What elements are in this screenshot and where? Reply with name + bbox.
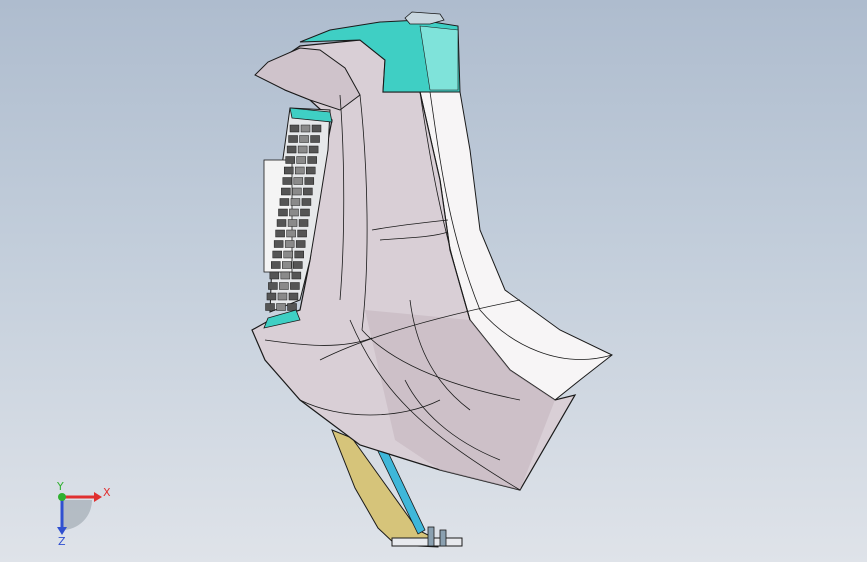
grille-slat — [290, 198, 301, 206]
grille-slat — [278, 208, 288, 217]
grille-slat — [281, 187, 291, 196]
cad-model-view[interactable]: X Y Z — [0, 0, 867, 562]
grille-slat — [272, 250, 282, 259]
x-axis-label: X — [103, 486, 111, 499]
z-axis-arrowhead — [57, 527, 67, 535]
grille-slat — [293, 261, 303, 269]
axis-triad: X Y Z — [56, 480, 111, 548]
grille-slat — [301, 198, 312, 206]
bracket-foot — [391, 537, 463, 547]
grille-slat — [292, 187, 302, 196]
grille-slat — [266, 292, 277, 301]
grille-slat — [288, 135, 298, 143]
grille-slat — [305, 166, 316, 175]
grille-slat — [297, 229, 307, 238]
grille-slat — [300, 124, 311, 133]
grille-slat — [268, 282, 278, 290]
grille-slat — [291, 271, 302, 280]
y-axis-label: Y — [56, 480, 64, 493]
grille-slat — [279, 198, 290, 206]
grille-slat — [283, 250, 293, 259]
grille-slat — [294, 166, 305, 175]
triad-base-disc — [62, 500, 92, 530]
3d-viewport[interactable]: X Y Z — [0, 0, 867, 562]
grille-slat — [296, 156, 306, 164]
grille-slat — [304, 177, 315, 185]
grille-slat — [298, 219, 309, 227]
grille-slat — [285, 156, 295, 164]
grille-slat — [275, 229, 285, 238]
grille-slat — [299, 135, 309, 143]
grille-slat — [284, 240, 295, 248]
grille-slat — [286, 229, 296, 238]
grille-slat — [279, 282, 289, 290]
bracket-bolt — [427, 526, 435, 547]
grille-slat — [287, 303, 297, 311]
grille-slat — [308, 145, 319, 154]
grille-slat — [293, 177, 304, 185]
grille-slat — [295, 240, 306, 248]
grille-slat — [283, 166, 294, 175]
grille-slat — [271, 261, 281, 269]
grille-slat — [288, 292, 299, 301]
grille-slat — [282, 177, 293, 185]
x-axis-arrowhead — [94, 492, 102, 502]
z-axis-label: Z — [58, 535, 66, 548]
grille-slat — [286, 145, 297, 154]
grille-slat — [269, 271, 280, 280]
grille-slat — [290, 282, 300, 290]
grille-slat — [287, 219, 298, 227]
bracket-bolt — [439, 529, 447, 547]
grille-slat — [294, 250, 304, 259]
grille-slat — [282, 261, 292, 269]
y-axis-indicator — [58, 493, 66, 501]
grille-slat — [280, 271, 291, 280]
top-knob[interactable] — [404, 11, 445, 25]
grille-slat — [311, 124, 322, 133]
grille-slat — [289, 208, 299, 217]
grille-slat — [276, 303, 286, 311]
grille-slat — [310, 135, 320, 143]
grille-slat — [297, 145, 308, 154]
grille-slat — [273, 240, 284, 248]
grille-slat — [300, 208, 310, 217]
grille-slat — [265, 303, 275, 311]
grille-slat — [303, 187, 313, 196]
grille-slat — [307, 156, 317, 164]
grille-slat — [276, 219, 287, 227]
grille-slat — [277, 292, 288, 301]
grille-slat — [289, 124, 300, 133]
